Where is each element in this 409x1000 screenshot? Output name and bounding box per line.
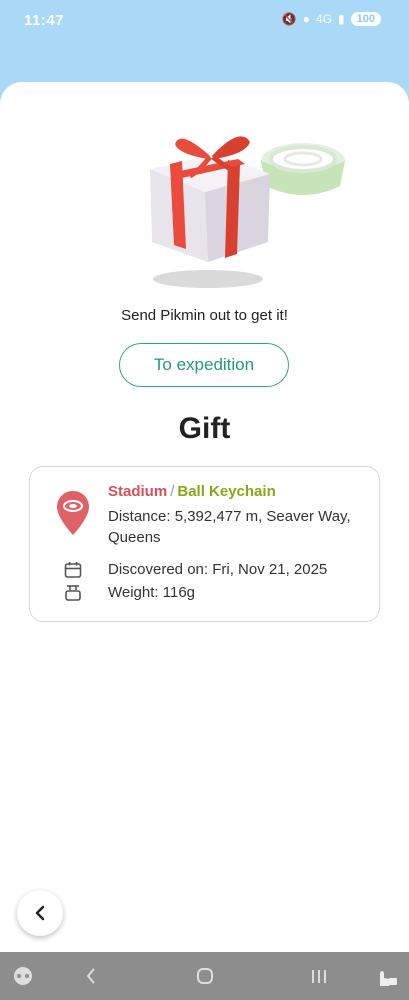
touch-lock-icon[interactable] [374, 966, 398, 988]
gift-distance: Distance: 5,392,477 m, Seaver Way, Queen… [108, 508, 351, 546]
stadium-icon [261, 143, 345, 195]
gift-sheet: Send Pikmin out to get it! To expedition… [0, 82, 409, 952]
chevron-left-icon [35, 905, 45, 921]
back-button[interactable] [17, 890, 63, 936]
status-time: 11:47 [24, 12, 65, 29]
gift-weight: Weight: 116g [108, 584, 196, 601]
battery-badge: 100 [350, 12, 381, 26]
gift-item: Ball Keychain [177, 483, 276, 500]
status-icons: 🔇 ● 4G ▮ 100 [282, 12, 381, 26]
gift-box-icon [150, 136, 270, 262]
stadium-pin-icon [57, 491, 89, 535]
discovered-date: Discovered on: Fri, Nov 21, 2025 [108, 561, 328, 578]
system-nav-bar [0, 952, 409, 1000]
gift-name: Stadium / Ball Keychain [108, 483, 276, 500]
send-pikmin-prompt: Send Pikmin out to get it! [121, 307, 288, 324]
scale-icon [65, 585, 81, 601]
location-icon: ● [302, 12, 311, 26]
to-expedition-button[interactable]: To expedition [119, 343, 289, 387]
network-label: 4G [316, 12, 333, 26]
page-title: Gift [178, 412, 231, 445]
gift-type: Stadium [108, 483, 168, 500]
gift-illustration [150, 136, 345, 288]
status-bar: 11:47 🔇 ● 4G ▮ 100 [0, 0, 409, 44]
calendar-icon [64, 562, 82, 578]
game-controller-icon[interactable] [12, 966, 34, 986]
signal-icon: ▮ [338, 12, 345, 26]
name-separator: / [170, 483, 175, 500]
mute-icon: 🔇 [281, 12, 297, 26]
nav-home-icon[interactable] [196, 966, 214, 986]
nav-back-icon[interactable] [85, 966, 97, 986]
nav-recents-icon[interactable] [310, 966, 328, 986]
gift-detail-card: Stadium / Ball Keychain Distance: 5,392,47… [29, 466, 380, 622]
